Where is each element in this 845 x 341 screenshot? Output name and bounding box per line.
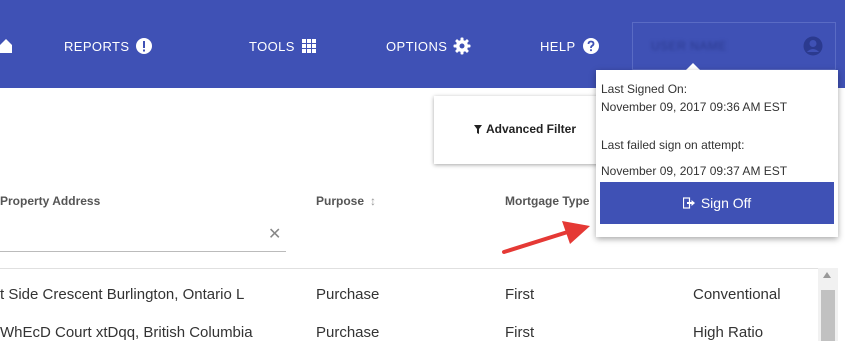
cell-purpose: Purchase (316, 286, 380, 303)
vertical-scrollbar[interactable] (818, 268, 838, 341)
nav-help[interactable]: HELP (540, 36, 600, 56)
last-signed-label: Last Signed On: (601, 82, 688, 96)
sort-icon: ↕ (370, 194, 377, 208)
column-header-purpose[interactable]: Purpose ↕ (316, 194, 376, 208)
nav-options[interactable]: OPTIONS (386, 36, 471, 56)
gear-icon (453, 37, 471, 55)
last-failed-value: November 09, 2017 09:37 AM EST (601, 164, 788, 178)
scroll-thumb[interactable] (821, 290, 835, 341)
nav-tools-label: TOOLS (249, 38, 295, 54)
column-header-purpose-label: Purpose (316, 194, 365, 208)
advanced-filter-label: Advanced Filter (486, 122, 577, 136)
dropdown-caret (686, 63, 700, 70)
nav-options-label: OPTIONS (386, 38, 448, 54)
user-menu-button[interactable]: USER NAME (632, 22, 836, 70)
column-header-mortgage-type[interactable]: Mortgage Type (505, 194, 589, 208)
column-header-mortgage-type-label: Mortgage Type (505, 194, 590, 208)
clear-icon[interactable]: ✕ (268, 224, 281, 244)
nav-reports-label: REPORTS (64, 38, 130, 54)
nav-help-label: HELP (540, 38, 576, 54)
user-dropdown-menu: Last Signed On: November 09, 2017 09:36 … (596, 70, 838, 237)
last-signed-value: November 09, 2017 09:36 AM EST (601, 100, 788, 114)
sign-out-icon (682, 197, 696, 209)
grid-icon (301, 38, 317, 54)
cell-mortgage-type: First (505, 324, 535, 341)
nav-tools[interactable]: TOOLS (249, 36, 317, 56)
filter-icon (474, 124, 482, 134)
cell-address: t Side Crescent Burlington, Ontario L (0, 286, 245, 303)
last-failed-label: Last failed sign on attempt: (601, 138, 745, 152)
user-avatar-icon (803, 36, 823, 61)
cell-address: WhEcD Court xtDqq, British Columbia (0, 324, 253, 341)
advanced-filter-button[interactable]: Advanced Filter (474, 122, 576, 136)
annotation-arrow-icon (502, 221, 590, 254)
cell-mortgage-type: First (505, 286, 535, 303)
table-divider (0, 268, 818, 269)
cell-product: Conventional (693, 286, 781, 303)
alert-icon (135, 37, 153, 55)
cell-purpose: Purchase (316, 324, 380, 341)
help-icon (582, 37, 600, 55)
home-icon[interactable] (0, 37, 12, 53)
column-header-property-address[interactable]: Property Address (0, 194, 100, 208)
cell-product: High Ratio (693, 324, 764, 341)
address-filter-input[interactable]: ✕ (0, 217, 286, 252)
nav-reports[interactable]: REPORTS (64, 36, 153, 56)
sign-off-label: Sign Off (700, 195, 752, 211)
column-header-property-address-label: Property Address (0, 194, 101, 208)
user-name: USER NAME (651, 39, 727, 53)
sign-off-button[interactable]: Sign Off (600, 182, 834, 224)
scroll-up-icon[interactable] (823, 272, 831, 278)
